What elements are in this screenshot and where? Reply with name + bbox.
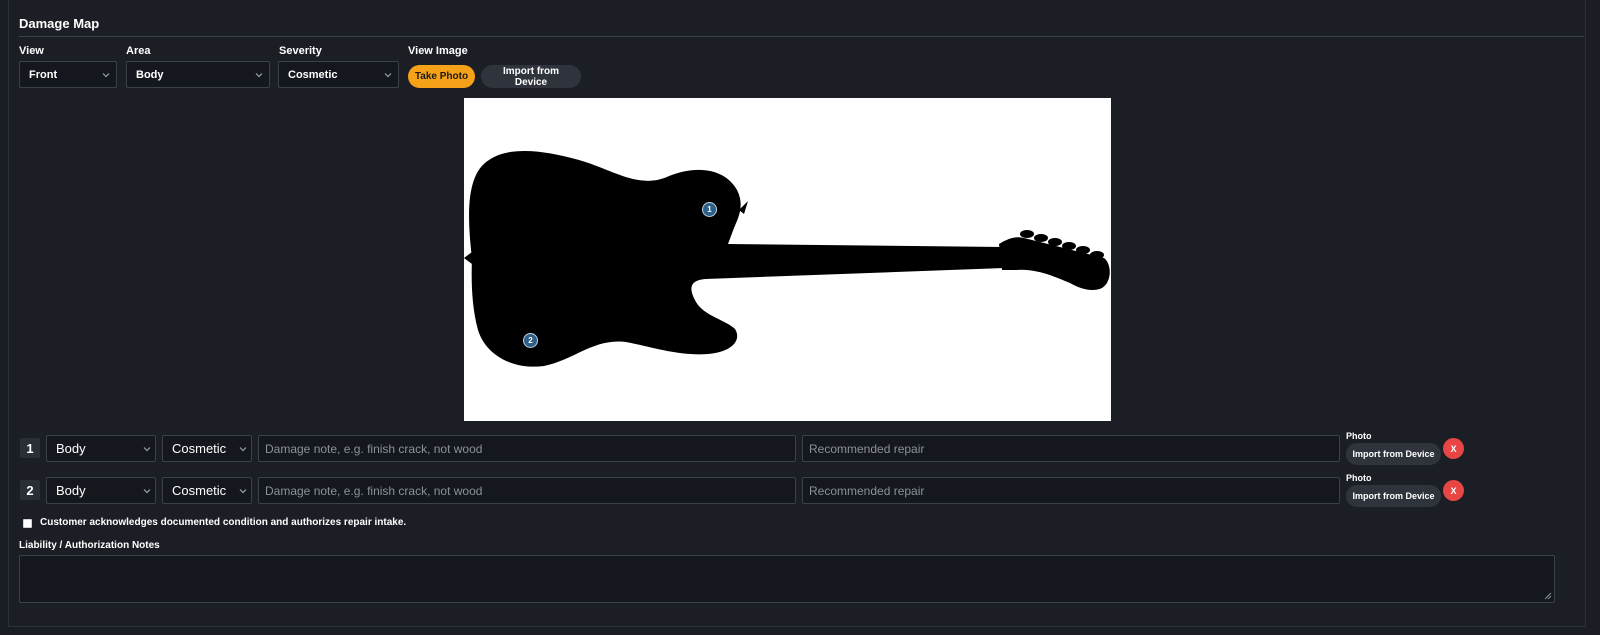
- row-number: 1: [20, 438, 40, 458]
- damage-marker-1[interactable]: 1: [702, 202, 717, 217]
- row-import-button[interactable]: Import from Device: [1346, 485, 1441, 507]
- view-select[interactable]: Front: [19, 61, 117, 88]
- row-area-select[interactable]: Body: [46, 477, 156, 504]
- section-title: Damage Map: [19, 16, 100, 31]
- title-divider: [19, 36, 1584, 37]
- delete-row-button[interactable]: X: [1443, 438, 1464, 459]
- row-severity-select[interactable]: Cosmetic: [162, 435, 252, 462]
- chevron-down-icon: [384, 72, 392, 77]
- row-area-select[interactable]: Body: [46, 435, 156, 462]
- row-severity-select[interactable]: Cosmetic: [162, 477, 252, 504]
- photo-label: Photo: [1346, 431, 1372, 441]
- severity-select-value: Cosmetic: [288, 68, 338, 81]
- acknowledge-label: Customer acknowledges documented conditi…: [40, 517, 407, 528]
- damage-note-input[interactable]: [258, 477, 796, 504]
- row-import-button[interactable]: Import from Device: [1346, 443, 1441, 465]
- row-severity-value: Cosmetic: [172, 441, 227, 456]
- area-select[interactable]: Body: [126, 61, 270, 88]
- delete-row-button[interactable]: X: [1443, 480, 1464, 501]
- damage-map-canvas[interactable]: 1 2: [464, 98, 1111, 421]
- view-image-label: View Image: [408, 45, 468, 57]
- acknowledge-checkbox[interactable]: [23, 519, 32, 528]
- resize-grip-icon[interactable]: [1544, 592, 1552, 600]
- chevron-down-icon: [255, 72, 263, 77]
- photo-label: Photo: [1346, 473, 1372, 483]
- row-number: 2: [20, 480, 40, 500]
- chevron-down-icon: [143, 488, 151, 493]
- damage-marker-2[interactable]: 2: [523, 333, 538, 348]
- chevron-down-icon: [239, 446, 247, 451]
- severity-select[interactable]: Cosmetic: [278, 61, 399, 88]
- area-select-value: Body: [136, 68, 164, 81]
- severity-label: Severity: [279, 45, 322, 57]
- row-severity-value: Cosmetic: [172, 483, 227, 498]
- recommended-repair-input[interactable]: [802, 435, 1340, 462]
- chevron-down-icon: [239, 488, 247, 493]
- row-area-value: Body: [56, 483, 86, 498]
- row-area-value: Body: [56, 441, 86, 456]
- liability-notes-label: Liability / Authorization Notes: [19, 540, 160, 551]
- import-from-device-button[interactable]: Import from Device: [481, 65, 581, 88]
- liability-notes-textarea[interactable]: [19, 555, 1555, 603]
- recommended-repair-input[interactable]: [802, 477, 1340, 504]
- area-label: Area: [126, 45, 151, 57]
- take-photo-button[interactable]: Take Photo: [408, 65, 475, 88]
- view-label: View: [19, 45, 44, 57]
- damage-note-input[interactable]: [258, 435, 796, 462]
- chevron-down-icon: [102, 72, 110, 77]
- guitar-silhouette: [464, 150, 1110, 367]
- chevron-down-icon: [143, 446, 151, 451]
- view-select-value: Front: [29, 68, 58, 81]
